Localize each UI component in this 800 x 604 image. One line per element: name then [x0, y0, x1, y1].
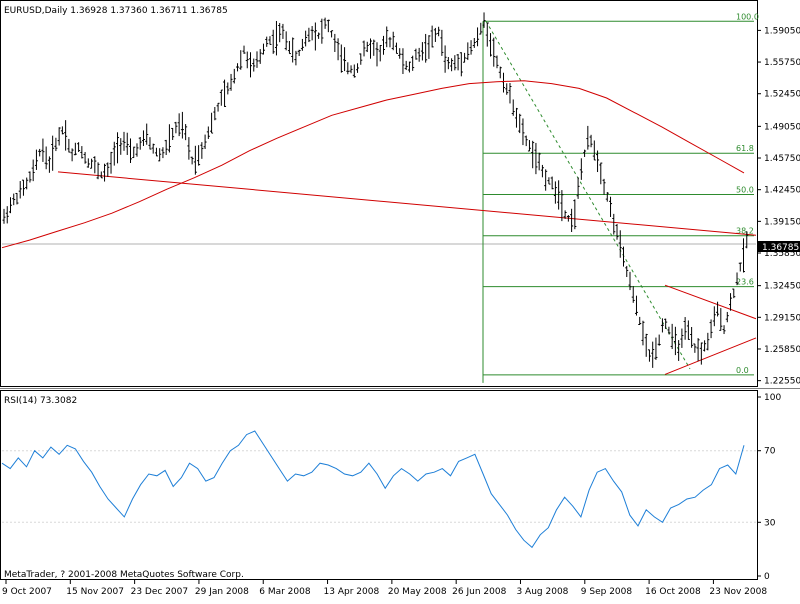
price-axis-label: 1.55750	[764, 58, 800, 68]
fib-level-label: 0.0	[736, 366, 749, 375]
rsi-axis-label: 30	[764, 518, 776, 528]
price-axis-label: 1.45750	[764, 154, 800, 164]
price-axis-label: 1.49050	[764, 122, 800, 132]
time-axis-label: 16 Oct 2008	[645, 587, 701, 597]
rsi-axis-label: 0	[764, 572, 770, 582]
fib-level-label: 100.0	[736, 12, 759, 21]
price-axis-label: 1.42450	[764, 186, 800, 196]
fib-level-label: 61.8	[736, 144, 754, 153]
fib-level-label: 50.0	[736, 185, 754, 194]
time-axis-label: 9 Sep 2008	[581, 587, 633, 597]
rsi-panel-frame	[0, 390, 758, 580]
time-axis-label: 20 May 2008	[388, 587, 447, 597]
price-axis-label: 1.32450	[764, 282, 800, 292]
time-axis-label: 13 Apr 2008	[324, 587, 380, 597]
copyright-text: MetaTrader, ? 2001-2008 MetaQuotes Softw…	[4, 570, 244, 580]
price-axis-label: 1.59050	[764, 26, 800, 36]
fib-level-label: 23.6	[736, 278, 754, 287]
rsi-axis-label: 70	[764, 447, 776, 457]
price-axis-label: 1.39150	[764, 217, 800, 227]
rsi-axis-label: 100	[764, 393, 781, 403]
time-axis-label: 3 Aug 2008	[516, 587, 568, 597]
time-axis-label: 9 Oct 2007	[2, 587, 52, 597]
price-axis-label: 1.29150	[764, 313, 800, 323]
chart-canvas[interactable]: 100.061.850.038.223.60.0 1.590501.557501…	[0, 0, 800, 600]
time-axis-label: 6 Mar 2008	[259, 587, 311, 597]
time-axis-label: 23 Nov 2008	[709, 587, 767, 597]
rsi-title: RSI(14) 73.3082	[4, 396, 77, 406]
time-axis-label: 26 Jun 2008	[452, 587, 506, 597]
time-axis-label: 15 Nov 2007	[66, 587, 124, 597]
price-axis-label: 1.22550	[764, 377, 800, 387]
time-axis-label: 23 Dec 2007	[131, 587, 189, 597]
price-axis-label: 1.25850	[764, 345, 800, 355]
price-badge-label: 1.36785	[762, 243, 799, 253]
chart-window[interactable]: 100.0 61.8 50.0 38.2 23.6 0.0 1.59050 1.55750 1…	[0, 0, 800, 600]
symbol-readout: EURUSD,Daily 1.36928 1.37360 1.36711 1.3…	[4, 6, 228, 16]
time-axis-label: 29 Jan 2008	[195, 587, 249, 597]
price-panel-frame	[0, 0, 758, 387]
price-axis-label: 1.52450	[764, 90, 800, 100]
